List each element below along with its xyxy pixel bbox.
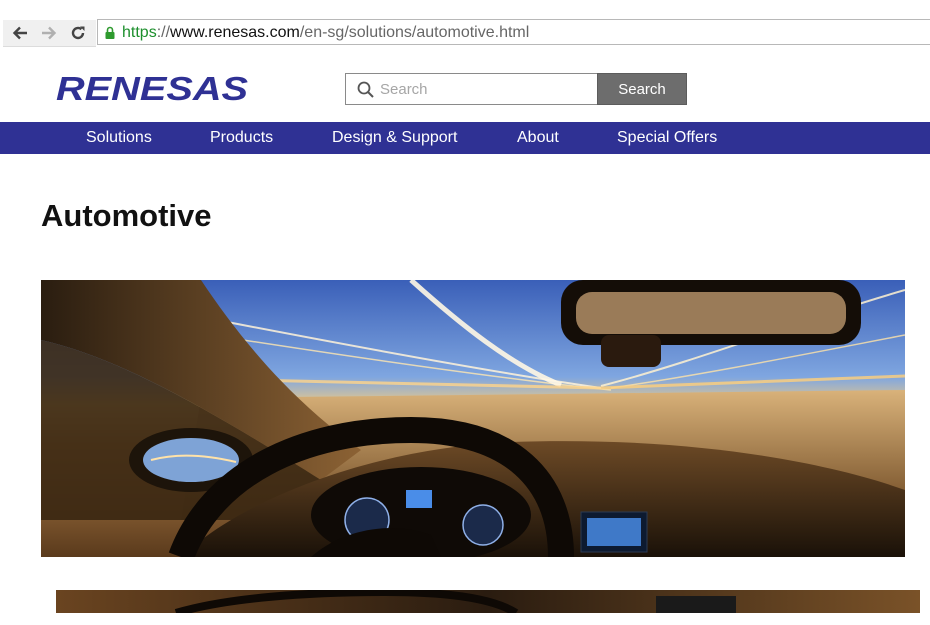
nav-item-products[interactable]: Products xyxy=(210,122,273,154)
nav-item-design-support[interactable]: Design & Support xyxy=(332,122,457,154)
back-arrow-icon[interactable] xyxy=(9,22,31,44)
lock-icon xyxy=(105,26,115,39)
search-input[interactable] xyxy=(380,74,590,104)
search-box[interactable] xyxy=(345,73,598,105)
forward-arrow-icon[interactable] xyxy=(38,22,60,44)
address-bar[interactable]: https://www.renesas.com/en-sg/solutions/… xyxy=(97,19,930,45)
magnifier-icon xyxy=(357,81,374,98)
nav-item-special-offers[interactable]: Special Offers xyxy=(617,122,717,154)
hero-image xyxy=(41,280,905,557)
main-navigation: Solutions Products Design & Support Abou… xyxy=(0,122,930,154)
logo-wordmark: RENESAS xyxy=(56,70,248,107)
url-path: /en-sg/solutions/automotive.html xyxy=(299,24,530,41)
url-scheme: https xyxy=(122,24,157,41)
url-host: www.renesas.com xyxy=(170,24,300,41)
logo-text: RENESAS xyxy=(56,70,248,106)
nav-item-about[interactable]: About xyxy=(517,122,559,154)
page-title: Automotive xyxy=(41,198,212,233)
renesas-logo[interactable]: RENESAS xyxy=(56,70,251,111)
browser-toolbar: https://www.renesas.com/en-sg/solutions/… xyxy=(0,0,930,47)
url-text[interactable]: https://www.renesas.com/en-sg/solutions/… xyxy=(122,24,529,42)
search-button[interactable]: Search xyxy=(597,73,687,105)
hero-image-secondary xyxy=(56,590,920,613)
url-separator: :// xyxy=(156,24,171,41)
nav-item-solutions[interactable]: Solutions xyxy=(86,122,152,154)
reload-icon[interactable] xyxy=(67,22,89,44)
